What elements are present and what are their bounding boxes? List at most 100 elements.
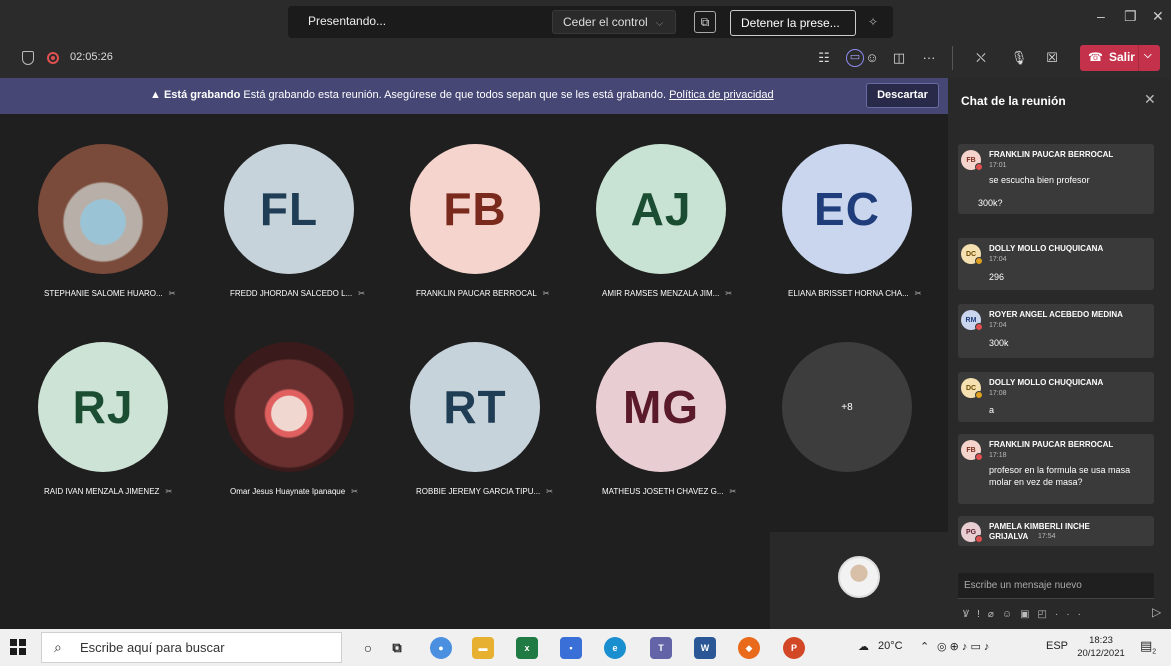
participants-icon[interactable]: ☷ [813, 47, 835, 69]
clock[interactable]: 18:23 20/12/2021 [1076, 634, 1126, 660]
share-stop-icon[interactable]: ☒ [1041, 47, 1063, 69]
message-body: a [989, 405, 995, 415]
dismiss-button[interactable]: Descartar [866, 83, 939, 108]
leave-button[interactable]: ☎ Salir ⌵ [1080, 45, 1160, 71]
maximize-button[interactable]: ❐ [1124, 8, 1137, 25]
participant-tile[interactable]: STEPHANIE SALOME HUARO... ✂ [10, 114, 196, 314]
sticker-icon[interactable]: ◰ [1038, 609, 1055, 620]
app-icon[interactable]: ▪ [560, 637, 582, 659]
minimize-button[interactable]: – [1097, 8, 1105, 24]
important-icon[interactable]: ! [977, 609, 988, 620]
presenting-toolbar: Presentando... Ceder el control ⌵ ⧉ Deten… [288, 6, 893, 38]
participant-tile[interactable]: RT ROBBIE JEREMY GARCIA TIPU... ✂ [382, 312, 568, 512]
windows-start-icon[interactable] [10, 639, 27, 656]
chevron-down-icon: ⌵ [655, 18, 664, 29]
screen-share-icon[interactable]: ⧉ [694, 11, 716, 33]
message-time: 17:18 [989, 452, 1007, 459]
close-icon[interactable]: ✕ [1144, 91, 1156, 108]
message-sender-cont: GRIJALVA [989, 532, 1029, 541]
weather-icon[interactable]: ☁ [858, 640, 869, 653]
chat-message: PG PAMELA KIMBERLI INCHE GRIJALVA 17:54 [958, 516, 1154, 546]
participant-tile[interactable]: EC ELIANA BRISSET HORNA CHA... ✂ [754, 114, 940, 314]
avatar: FB [961, 440, 983, 461]
notification-count: 2 [1152, 648, 1157, 656]
rooms-icon[interactable]: ◫ [888, 47, 910, 69]
participant-name: RAID IVAN MENZALA JIMENEZ ✂ [44, 487, 173, 496]
participant-initials: MG [596, 342, 726, 472]
message-sender: ROYER ANGEL ACEBEDO MEDINA [989, 310, 1123, 319]
stop-presenting-button[interactable]: Detener la prese... [730, 10, 856, 36]
more-icon[interactable]: ··· [1055, 609, 1089, 620]
search-placeholder: Escribe aquí para buscar [80, 640, 225, 655]
participant-photo [224, 342, 354, 472]
participant-name: MATHEUS JOSETH CHAVEZ G... ✂ [602, 487, 737, 496]
warning-icon: ▲ [150, 89, 161, 101]
teams-window: Presentando... Ceder el control ⌵ ⧉ Deten… [0, 0, 1171, 666]
avatar: RM [961, 310, 983, 331]
word-icon[interactable]: W [694, 637, 716, 659]
message-time: 17:01 [989, 162, 1007, 169]
mic-off-icon: ✂ [546, 487, 553, 496]
mic-off-icon: ✂ [725, 289, 733, 298]
emoji-icon[interactable]: ☺ [1002, 609, 1020, 620]
close-button[interactable]: ✕ [1152, 8, 1164, 25]
taskbar-search[interactable]: ⌕ Escribe aquí para buscar [41, 632, 342, 663]
leave-split [1138, 45, 1139, 71]
participant-name: Omar Jesus Huaynate Ipanaque ✂ [230, 487, 358, 496]
chat-message: FB FRANKLIN PAUCAR BERROCAL 17:18 profes… [958, 434, 1154, 504]
participant-name: FRANKLIN PAUCAR BERROCAL ✂ [416, 289, 550, 298]
attach-icon[interactable]: ⌀ [988, 609, 1002, 620]
mic-off-icon: ✂ [165, 487, 173, 496]
weather-temp[interactable]: 20°C [878, 640, 903, 652]
chrome-icon[interactable]: ● [430, 637, 452, 659]
participant-tile[interactable]: RJ RAID IVAN MENZALA JIMENEZ ✂ [10, 312, 196, 512]
avatar: DC [961, 378, 983, 399]
give-control-button[interactable]: Ceder el control ⌵ [552, 10, 676, 34]
format-icon[interactable]: Ꝟ [963, 609, 977, 620]
tray-up-icon[interactable]: ⌃ [920, 640, 929, 653]
tray-icons[interactable]: ◎ ⊕ ♪ ▭ ♪ [937, 640, 989, 653]
browser-icon[interactable]: ◆ [738, 637, 760, 659]
participant-tile[interactable]: MG MATHEUS JOSETH CHAVEZ G... ✂ [568, 312, 754, 512]
participant-tile[interactable]: FL FREDD JHORDAN SALCEDO L... ✂ [196, 114, 382, 314]
message-sender: FRANKLIN PAUCAR BERROCAL [989, 440, 1114, 449]
participant-photo [38, 144, 168, 274]
teams-icon[interactable]: T [650, 637, 672, 659]
recording-title: Está grabando [163, 89, 241, 101]
notification-icon[interactable]: ▤2 [1140, 638, 1160, 656]
meeting-timer: 02:05:26 [70, 51, 113, 63]
compose-toolbar: Ꝟ!⌀☺▣◰··· [963, 606, 1159, 620]
pin-icon[interactable]: ✧ [868, 15, 878, 29]
language-indicator[interactable]: ESP [1046, 640, 1068, 652]
recording-text: Está grabando esta reunión. Asegúrese de… [243, 89, 667, 101]
participant-tile[interactable]: AJ AMIR RAMSES MENZALA JIM... ✂ [568, 114, 754, 314]
message-sender: PAMELA KIMBERLI INCHE [989, 522, 1090, 531]
task-view-icon[interactable]: ⧉ [386, 637, 408, 659]
participant-tile[interactable]: FB FRANKLIN PAUCAR BERROCAL ✂ [382, 114, 568, 314]
self-avatar [838, 556, 880, 598]
more-options-icon[interactable]: ··· [918, 47, 940, 69]
avatar: DC [961, 244, 983, 265]
chevron-down-icon[interactable]: ⌵ [1144, 50, 1152, 61]
participant-tile[interactable]: Omar Jesus Huaynate Ipanaque ✂ [196, 312, 382, 512]
more-participants[interactable]: +8 [782, 342, 912, 472]
powerpoint-icon[interactable]: P [783, 637, 805, 659]
chat-message: RM ROYER ANGEL ACEBEDO MEDINA 17:04 300k [958, 304, 1154, 358]
message-body: se escucha bien profesor [989, 175, 1090, 185]
mic-off-icon: ✂ [542, 289, 550, 298]
camera-off-icon[interactable]: ⛌ [970, 47, 992, 69]
cortana-icon[interactable]: ○ [357, 637, 379, 659]
edge-icon[interactable]: e [604, 637, 626, 659]
excel-icon[interactable]: x [516, 637, 538, 659]
clock-date: 20/12/2021 [1077, 648, 1125, 659]
send-icon[interactable]: ▷ [1152, 605, 1161, 619]
microphone-icon[interactable]: 🎙 [1008, 47, 1030, 69]
participant-grid: STEPHANIE SALOME HUARO... ✂ FL FREDD JHOR… [0, 114, 948, 629]
gif-icon[interactable]: ▣ [1020, 609, 1037, 620]
privacy-policy-link[interactable]: Política de privacidad [669, 89, 774, 101]
reactions-icon-2[interactable]: ☺ [861, 47, 883, 69]
chat-input[interactable]: Escribe un mensaje nuevo [958, 573, 1154, 599]
file-explorer-icon[interactable]: ▬ [472, 637, 494, 659]
overflow-tile[interactable]: +8 [754, 312, 940, 512]
participant-initials: AJ [596, 144, 726, 274]
